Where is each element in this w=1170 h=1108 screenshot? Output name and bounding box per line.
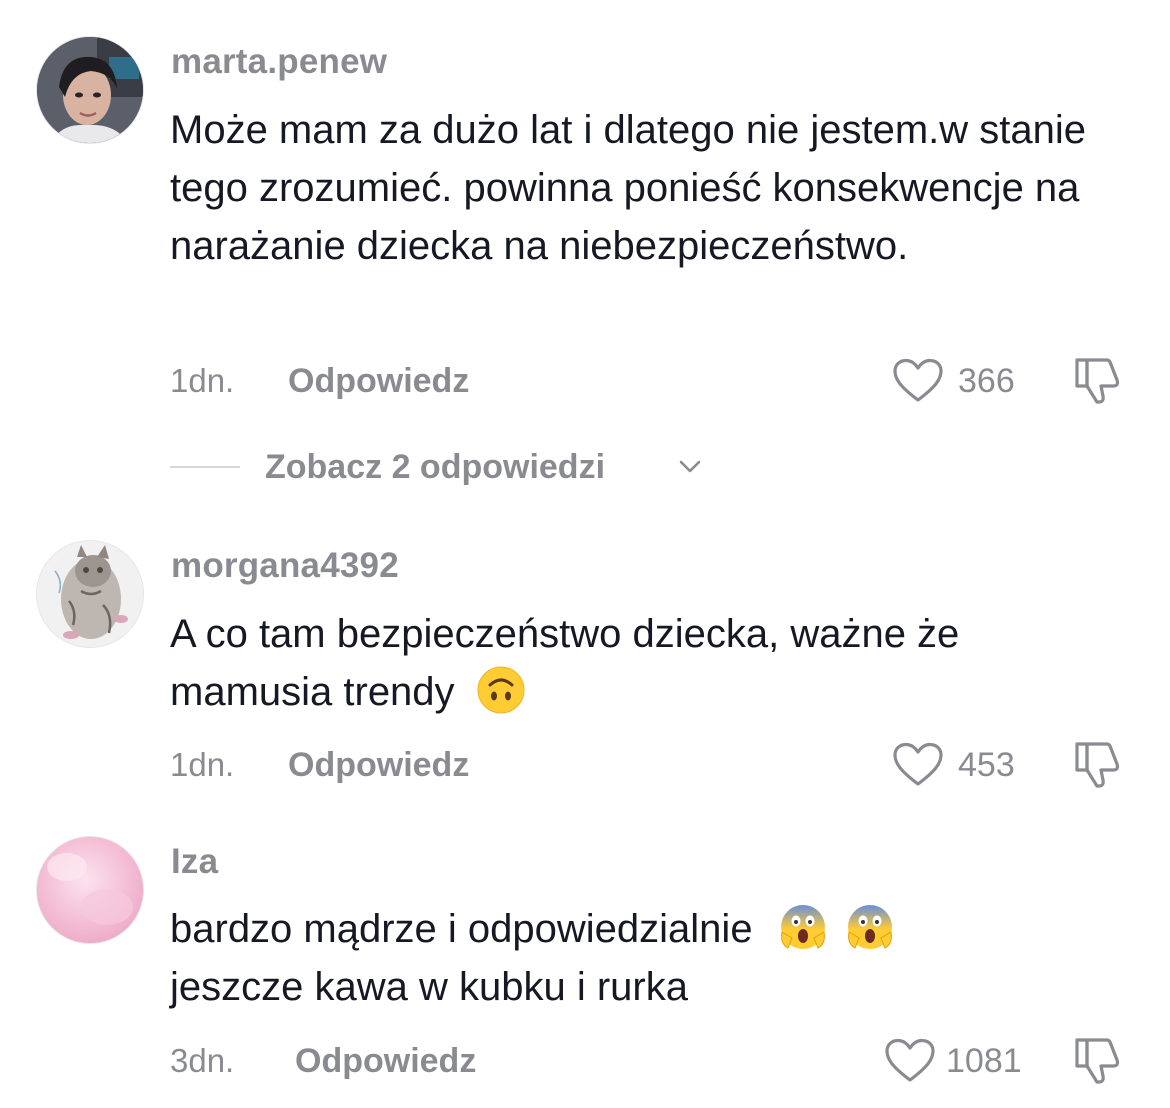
comment-time: 1dn. bbox=[170, 362, 235, 399]
reply-button[interactable]: Odpowiedz bbox=[295, 1036, 476, 1086]
comment-text: Może mam za dużo lat i dlatego nie jeste… bbox=[170, 108, 1086, 268]
like-count: 453 bbox=[958, 746, 1015, 784]
comment-text-body: bardzo mądrze i odpowiedzialnie bbox=[170, 907, 753, 951]
screaming-face-icon bbox=[778, 902, 828, 952]
comment-text-body: A co tam bezpieczeństwo dziecka, ważne ż… bbox=[170, 612, 960, 714]
heart-outline-icon[interactable] bbox=[884, 1038, 936, 1084]
avatar[interactable] bbox=[36, 36, 144, 144]
avatar[interactable] bbox=[36, 836, 144, 944]
view-replies-button[interactable]: Zobacz 2 odpowiedzi bbox=[265, 440, 605, 494]
comment-text: bardzo mądrze i odpowiedzialnie jeszcze … bbox=[170, 900, 1130, 1016]
reply-button[interactable]: Odpowiedz bbox=[288, 740, 469, 790]
comment-text: A co tam bezpieczeństwo dziecka, ważne ż… bbox=[170, 605, 1130, 721]
comment-actions: 1dn. Odpowiedz 453 bbox=[170, 740, 1130, 790]
heart-outline-icon[interactable] bbox=[892, 742, 944, 788]
view-replies[interactable]: Zobacz 2 odpowiedzi bbox=[170, 440, 770, 494]
like-count: 366 bbox=[958, 362, 1015, 400]
thumbs-down-icon[interactable] bbox=[1073, 356, 1121, 406]
comment-time: 3dn. bbox=[170, 1042, 235, 1079]
chevron-down-icon[interactable] bbox=[678, 457, 702, 477]
divider-line bbox=[170, 466, 240, 468]
username[interactable]: marta.penew bbox=[171, 42, 387, 82]
reply-button[interactable]: Odpowiedz bbox=[288, 356, 469, 406]
upside-down-face-icon bbox=[476, 665, 526, 715]
thumbs-down-icon[interactable] bbox=[1073, 740, 1121, 790]
comment-text-line: jeszcze kawa w kubku i rurka bbox=[170, 965, 688, 1009]
comment-actions: 1dn. Odpowiedz 366 bbox=[170, 356, 1130, 406]
comment-time: 1dn. bbox=[170, 746, 235, 783]
comment-text-line: bardzo mądrze i odpowiedzialnie bbox=[170, 900, 1130, 958]
username[interactable]: Iza bbox=[171, 842, 218, 882]
avatar[interactable] bbox=[36, 540, 144, 648]
like-count: 1081 bbox=[946, 1042, 1022, 1080]
heart-outline-icon[interactable] bbox=[892, 358, 944, 404]
username[interactable]: morgana4392 bbox=[171, 546, 399, 586]
comment-actions: 3dn. Odpowiedz 1081 bbox=[170, 1036, 1130, 1086]
screaming-face-icon bbox=[845, 902, 895, 952]
thumbs-down-icon[interactable] bbox=[1073, 1036, 1121, 1086]
